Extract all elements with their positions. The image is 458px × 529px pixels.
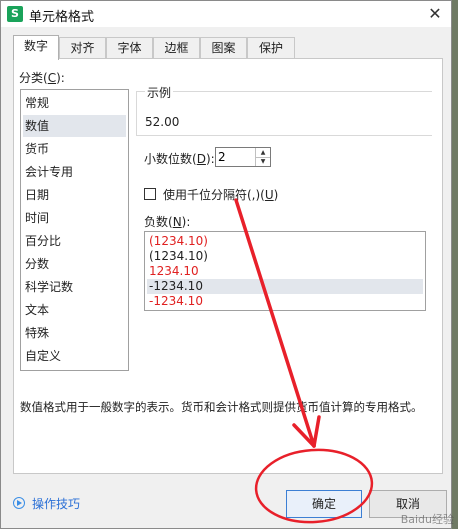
category-item-fraction[interactable]: 分数	[23, 253, 126, 275]
category-item-number[interactable]: 数值	[23, 115, 126, 137]
format-description: 数值格式用于一般数字的表示。货币和会计格式则提供货币值计算的专用格式。	[20, 400, 423, 414]
stepper-arrows: ▲ ▼	[255, 148, 270, 166]
decimal-places-input[interactable]	[218, 149, 254, 165]
close-icon: ✕	[428, 4, 442, 23]
dialog-title: 单元格格式	[29, 10, 95, 25]
category-list[interactable]: 常规 数值 货币 会计专用 日期 时间 百分比 分数 科学记数 文本 特殊 自定…	[20, 89, 129, 371]
negative-format-item[interactable]: (1234.10)	[147, 234, 423, 249]
decimal-places-label: 小数位数(D):	[144, 152, 215, 166]
negative-numbers-list[interactable]: (1234.10) (1234.10) 1234.10 -1234.10 -12…	[144, 231, 426, 311]
category-item-special[interactable]: 特殊	[23, 322, 126, 344]
play-circle-icon[interactable]	[13, 497, 25, 509]
close-button[interactable]: ✕	[423, 3, 447, 25]
category-item-text[interactable]: 文本	[23, 299, 126, 321]
thousands-separator-label[interactable]: 使用千位分隔符(,)(U)	[163, 186, 278, 203]
negative-format-item[interactable]: -1234.10	[147, 279, 423, 294]
thousands-separator-checkbox[interactable]	[144, 188, 156, 200]
category-item-accounting[interactable]: 会计专用	[23, 161, 126, 183]
number-tab-panel: 分类(C): 常规 数值 货币 会计专用 日期 时间 百分比 分数 科学记数 文…	[13, 58, 443, 474]
tab-pattern[interactable]: 图案	[200, 37, 247, 59]
negative-format-item[interactable]: -1234.10	[147, 294, 423, 309]
decrement-icon[interactable]: ▼	[256, 157, 270, 166]
ok-button[interactable]: 确定	[286, 490, 362, 518]
sample-caption: 示例	[145, 84, 174, 101]
title-bar: S 单元格格式 ✕	[1, 1, 451, 27]
negative-format-item[interactable]: (1234.10)	[147, 249, 423, 264]
category-item-time[interactable]: 时间	[23, 207, 126, 229]
category-item-custom[interactable]: 自定义	[23, 345, 126, 367]
tab-alignment[interactable]: 对齐	[59, 37, 106, 59]
category-item-general[interactable]: 常规	[23, 92, 126, 114]
tab-font[interactable]: 字体	[106, 37, 153, 59]
category-item-currency[interactable]: 货币	[23, 138, 126, 160]
category-item-date[interactable]: 日期	[23, 184, 126, 206]
tab-number[interactable]: 数字	[13, 35, 59, 60]
sample-group: 示例 52.00	[136, 84, 432, 136]
tips-link[interactable]: 操作技巧	[32, 495, 80, 512]
category-label: 分类(C):	[19, 71, 65, 85]
category-item-scientific[interactable]: 科学记数	[23, 276, 126, 298]
decimal-places-stepper: ▲ ▼	[215, 147, 271, 167]
watermark: Baidu经验	[400, 513, 454, 526]
category-item-percentage[interactable]: 百分比	[23, 230, 126, 252]
format-cells-dialog: S 单元格格式 ✕ 数字 对齐 字体 边框 图案 保护 分类(C): 常规 数值…	[0, 0, 452, 529]
sample-value: 52.00	[145, 115, 180, 129]
tab-border[interactable]: 边框	[153, 37, 200, 59]
negative-numbers-label: 负数(N):	[144, 215, 191, 229]
negative-format-item[interactable]: 1234.10	[147, 264, 423, 279]
tab-protection[interactable]: 保护	[247, 37, 295, 59]
wps-logo-icon: S	[7, 6, 23, 22]
